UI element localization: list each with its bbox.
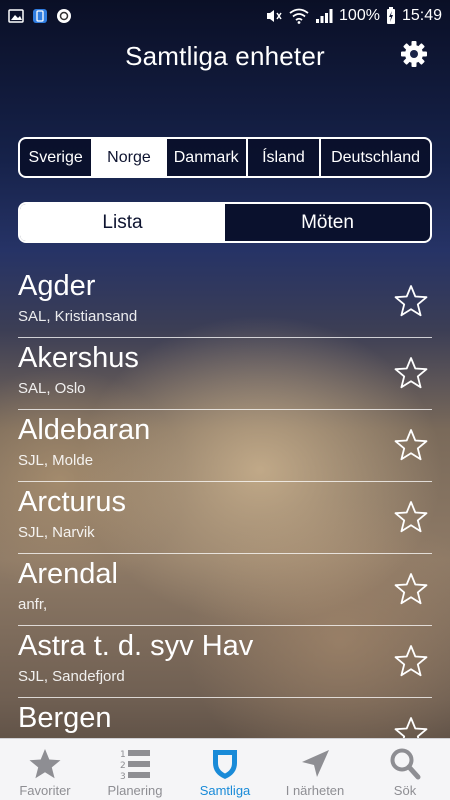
country-selector: Sverige Norge Danmark Ísland Deutschland [18, 137, 432, 178]
sync-notification-icon [57, 9, 71, 23]
page-title: Samtliga enheter [125, 40, 325, 71]
svg-text:1: 1 [120, 750, 126, 760]
list-item[interactable]: Astra t. d. syv Hav SJL, Sandefjord [18, 626, 432, 698]
favorite-star-icon[interactable] [394, 500, 428, 534]
star-icon [29, 749, 61, 779]
list-item-subtitle: SAL, Kristiansand [18, 308, 138, 325]
list-item-subtitle: SJL, Molde [18, 452, 94, 469]
list-item-subtitle: SAL, Oslo [18, 380, 86, 397]
list-item-name: Aldebaran [18, 414, 151, 446]
list-item-subtitle: SJL, Sandefjord [18, 668, 125, 685]
tab-i-narheten[interactable]: I närheten [270, 739, 360, 800]
list-item-subtitle: anfr, [18, 596, 48, 613]
list-item-name: Agder [18, 270, 96, 302]
tab-samtliga[interactable]: Samtliga [180, 739, 270, 800]
mute-icon [267, 10, 282, 22]
list-item[interactable]: Arcturus SJL, Narvik [18, 482, 432, 554]
battery-percent: 100% [339, 7, 380, 24]
shield-icon [213, 750, 237, 779]
favorite-star-icon[interactable] [394, 572, 428, 606]
search-icon [390, 748, 421, 780]
country-tab-sverige[interactable]: Sverige [20, 139, 94, 176]
tab-label: I närheten [285, 783, 345, 798]
tab-planering[interactable]: 1 2 3 Planering [90, 739, 180, 800]
bottom-tab-bar: Favoriter 1 2 3 Planering Samtliga I när… [0, 738, 450, 800]
tab-label: Sök [393, 783, 417, 798]
country-tab-norge[interactable]: Norge [93, 139, 167, 176]
tab-sok[interactable]: Sök [360, 739, 450, 800]
tab-label: Samtliga [199, 783, 251, 798]
unit-list: Agder SAL, Kristiansand Akershus SAL, Os… [0, 266, 450, 738]
list-item[interactable]: Agder SAL, Kristiansand [18, 266, 432, 338]
view-tab-moten[interactable]: Möten [225, 204, 430, 241]
country-tab-danmark[interactable]: Danmark [167, 139, 248, 176]
view-tab-lista[interactable]: Lista [20, 204, 225, 241]
clock: 15:49 [401, 7, 442, 24]
image-notification-icon [8, 9, 24, 23]
signal-icon [316, 9, 333, 23]
svg-text:3: 3 [120, 772, 126, 781]
list-item[interactable]: Arendal anfr, [18, 554, 432, 626]
numbered-list-icon: 1 2 3 [120, 750, 150, 781]
tab-label: Planering [107, 783, 163, 798]
list-item-name: Bergen [18, 702, 112, 734]
list-item-name: Arcturus [18, 486, 126, 518]
list-item-name: Arendal [18, 558, 118, 590]
list-item-subtitle: SJL, Narvik [18, 524, 95, 541]
list-item[interactable]: Akershus SAL, Oslo [18, 338, 432, 410]
location-arrow-icon [302, 750, 329, 777]
svg-text:2: 2 [120, 761, 126, 771]
country-tab-deutschland[interactable]: Deutschland [321, 139, 430, 176]
favorite-star-icon[interactable] [394, 356, 428, 390]
header: Samtliga enheter [0, 32, 450, 80]
wifi-icon [289, 8, 309, 24]
favorite-star-icon[interactable] [394, 428, 428, 462]
list-item[interactable]: Aldebaran SJL, Molde [18, 410, 432, 482]
view-selector: Lista Möten [18, 202, 432, 243]
favorite-star-icon[interactable] [394, 716, 428, 738]
settings-gear-icon[interactable] [400, 40, 428, 68]
battery-charging-icon [386, 7, 395, 24]
country-tab-island[interactable]: Ísland [248, 139, 322, 176]
tab-favoriter[interactable]: Favoriter [0, 739, 90, 800]
favorite-star-icon[interactable] [394, 644, 428, 678]
list-item[interactable]: Bergen [18, 698, 432, 738]
list-item-name: Astra t. d. syv Hav [18, 630, 254, 662]
status-bar: 100% 15:49 [0, 0, 450, 32]
favorite-star-icon[interactable] [394, 284, 428, 318]
list-item-name: Akershus [18, 342, 139, 374]
app-notification-icon [33, 9, 47, 23]
tab-label: Favoriter [19, 783, 71, 798]
